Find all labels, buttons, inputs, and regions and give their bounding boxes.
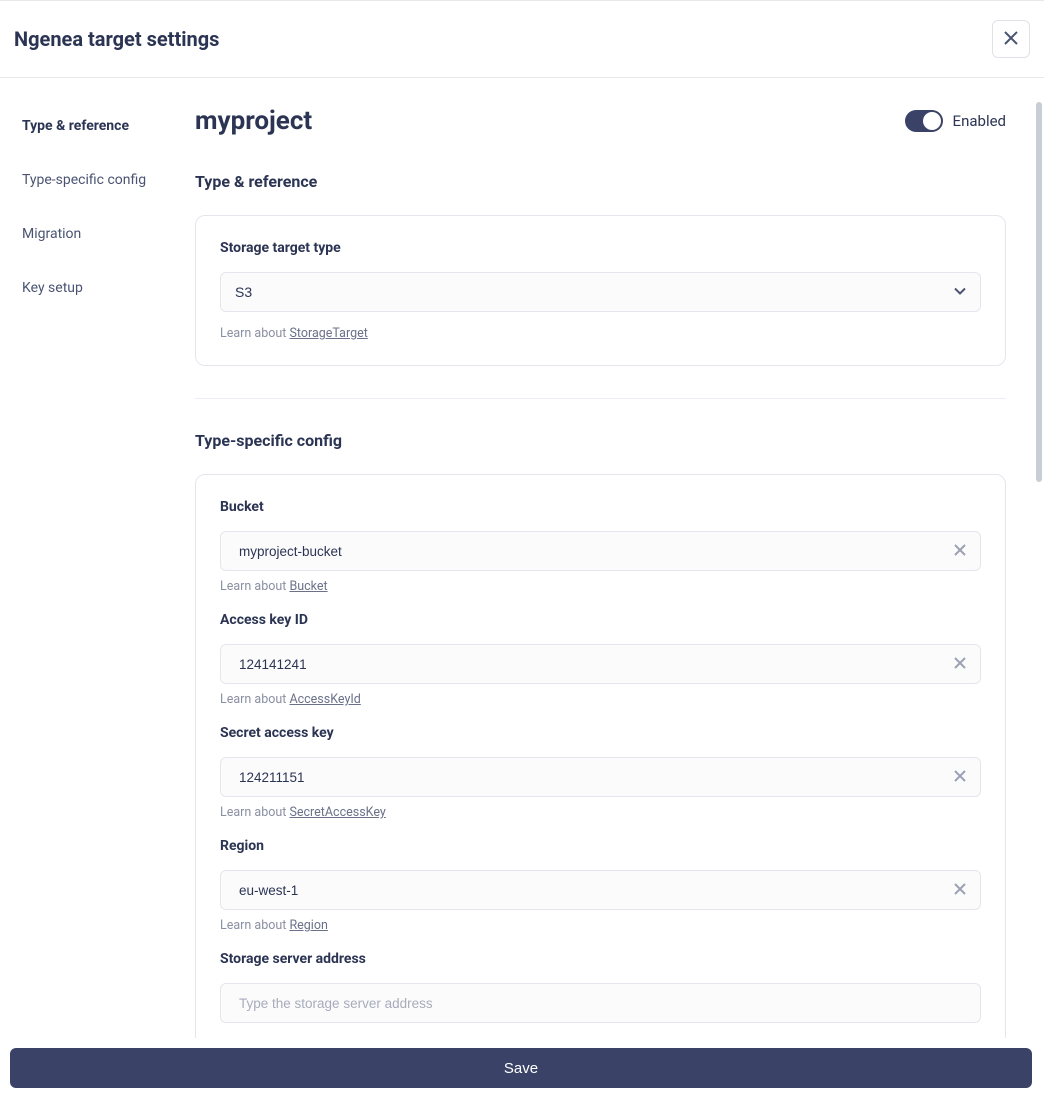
storage-type-select[interactable] (220, 272, 981, 312)
divider (195, 398, 1006, 399)
region-label: Region (220, 838, 981, 854)
access-key-link[interactable]: AccessKeyId (289, 692, 360, 707)
help-prefix: Learn about (220, 805, 289, 820)
secret-key-link[interactable]: SecretAccessKey (289, 805, 385, 820)
section-heading-type-specific: Type-specific config (195, 431, 1006, 450)
access-key-input[interactable] (220, 644, 981, 684)
field-bucket: Bucket Learn about Bucket (220, 499, 981, 594)
card-storage-type: Storage target type Learn about StorageT… (195, 215, 1006, 366)
sidebar-item-type-reference[interactable]: Type & reference (22, 108, 195, 144)
close-icon (1004, 31, 1018, 48)
footer: Save (10, 1048, 1032, 1088)
sidebar-item-migration[interactable]: Migration (22, 216, 195, 252)
close-icon (954, 883, 966, 898)
help-prefix: Learn about (220, 918, 289, 933)
bucket-input-wrap (220, 531, 981, 571)
secret-key-input[interactable] (220, 757, 981, 797)
main-content: myproject Enabled Type & reference Stora… (195, 78, 1044, 1038)
dialog-title: Ngenea target settings (14, 27, 219, 51)
field-server-address: Storage server address (220, 951, 981, 1023)
help-prefix: Learn about (220, 692, 289, 707)
sidebar-item-key-setup[interactable]: Key setup (22, 270, 195, 306)
enabled-label: Enabled (953, 112, 1006, 130)
bucket-label: Bucket (220, 499, 981, 515)
help-prefix: Learn about (220, 579, 289, 594)
server-label: Storage server address (220, 951, 981, 967)
region-help: Learn about Region (220, 918, 981, 933)
scrollbar-thumb[interactable] (1036, 102, 1042, 482)
close-icon (954, 657, 966, 672)
enabled-toggle-group: Enabled (905, 110, 1006, 132)
dialog-header: Ngenea target settings (0, 0, 1044, 78)
sidebar: Type & reference Type-specific config Mi… (0, 78, 195, 1038)
card-type-specific: Bucket Learn about Bucket Access key ID (195, 474, 1006, 1038)
storage-target-link[interactable]: StorageTarget (289, 326, 367, 341)
close-icon (954, 544, 966, 559)
storage-type-select-wrap (220, 272, 981, 312)
storage-type-label: Storage target type (220, 240, 981, 256)
field-region: Region Learn about Region (220, 838, 981, 933)
dialog-body: Type & reference Type-specific config Mi… (0, 78, 1044, 1038)
field-access-key: Access key ID Learn about AccessKeyId (220, 612, 981, 707)
section-heading-type-reference: Type & reference (195, 172, 1006, 191)
help-prefix: Learn about (220, 326, 289, 341)
sidebar-item-type-specific[interactable]: Type-specific config (22, 162, 195, 198)
bucket-input[interactable] (220, 531, 981, 571)
access-key-input-wrap (220, 644, 981, 684)
access-key-clear-button[interactable] (951, 655, 969, 673)
access-key-help: Learn about AccessKeyId (220, 692, 981, 707)
access-key-label: Access key ID (220, 612, 981, 628)
title-row: myproject Enabled (195, 106, 1006, 136)
toggle-knob (923, 112, 941, 130)
secret-key-input-wrap (220, 757, 981, 797)
project-title: myproject (195, 106, 312, 136)
bucket-clear-button[interactable] (951, 542, 969, 560)
close-button[interactable] (992, 20, 1030, 58)
region-input-wrap (220, 870, 981, 910)
bucket-link[interactable]: Bucket (289, 579, 327, 594)
secret-key-help: Learn about SecretAccessKey (220, 805, 981, 820)
secret-key-label: Secret access key (220, 725, 981, 741)
server-input[interactable] (220, 983, 981, 1023)
region-clear-button[interactable] (951, 881, 969, 899)
field-secret-key: Secret access key Learn about SecretAcce… (220, 725, 981, 820)
server-input-wrap (220, 983, 981, 1023)
region-input[interactable] (220, 870, 981, 910)
enabled-toggle[interactable] (905, 110, 943, 132)
bucket-help: Learn about Bucket (220, 579, 981, 594)
secret-key-clear-button[interactable] (951, 768, 969, 786)
storage-type-help: Learn about StorageTarget (220, 326, 981, 341)
save-button[interactable]: Save (10, 1048, 1032, 1088)
close-icon (954, 770, 966, 785)
region-link[interactable]: Region (289, 918, 327, 933)
